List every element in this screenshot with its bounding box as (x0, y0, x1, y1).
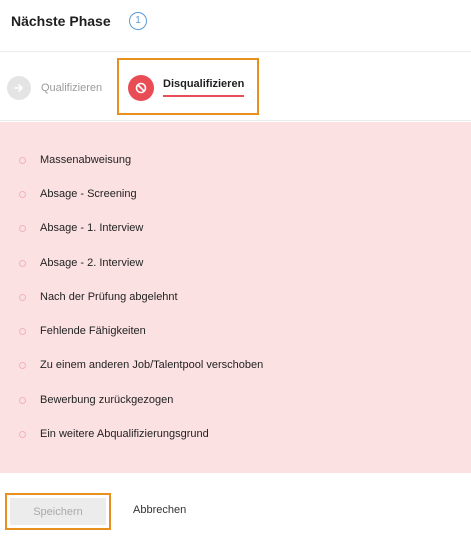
reason-label: Massenabweisung (40, 154, 132, 166)
reason-option[interactable]: Ein weitere Abqualifizierungsgrund (0, 424, 471, 444)
reason-label: Ein weitere Abqualifizierungsgrund (40, 428, 209, 440)
disqualification-reasons: Massenabweisung Absage - Screening Absag… (0, 122, 471, 473)
reason-label: Nach der Prüfung abgelehnt (40, 291, 178, 303)
radio-button[interactable] (19, 361, 26, 369)
reason-option[interactable]: Zu einem anderen Job/Talentpool verschob… (0, 355, 471, 375)
tab-qualify-label: Qualifizieren (41, 82, 103, 94)
radio-button[interactable] (19, 156, 26, 164)
reason-option[interactable]: Absage - Screening (0, 184, 471, 204)
tab-qualify[interactable]: Qualifizieren (7, 76, 102, 100)
radio-button[interactable] (19, 190, 26, 198)
reason-label: Absage - 1. Interview (40, 222, 144, 234)
radio-button[interactable] (19, 224, 26, 232)
radio-button[interactable] (19, 430, 26, 438)
radio-button[interactable] (19, 293, 26, 301)
tab-disqualify-label: Disqualifizieren (163, 78, 245, 90)
arrow-right-icon (7, 76, 31, 100)
active-tab-indicator (163, 95, 244, 97)
block-icon (128, 75, 154, 101)
header: Nächste Phase 1 (0, 0, 471, 52)
footer: Speichern Abbrechen (0, 474, 471, 539)
reason-option[interactable]: Massenabweisung (0, 150, 471, 170)
reason-option[interactable]: Fehlende Fähigkeiten (0, 321, 471, 341)
reason-label: Bewerbung zurückgezogen (40, 394, 174, 406)
reason-label: Absage - 2. Interview (40, 257, 144, 269)
radio-button[interactable] (19, 396, 26, 404)
reason-label: Fehlende Fähigkeiten (40, 325, 146, 337)
reason-option[interactable]: Absage - 1. Interview (0, 218, 471, 238)
cancel-button[interactable]: Abbrechen (133, 504, 186, 516)
page-title: Nächste Phase (11, 13, 111, 29)
phase-tabs: Qualifizieren Disqualifizieren (0, 53, 471, 121)
radio-button[interactable] (19, 259, 26, 267)
radio-button[interactable] (19, 327, 26, 335)
reason-option[interactable]: Bewerbung zurückgezogen (0, 390, 471, 410)
reason-label: Zu einem anderen Job/Talentpool verschob… (40, 359, 264, 371)
info-badge-icon[interactable]: 1 (129, 12, 147, 30)
save-button[interactable]: Speichern (10, 498, 106, 525)
reason-option[interactable]: Absage - 2. Interview (0, 253, 471, 273)
reason-label: Absage - Screening (40, 188, 137, 200)
reason-option[interactable]: Nach der Prüfung abgelehnt (0, 287, 471, 307)
